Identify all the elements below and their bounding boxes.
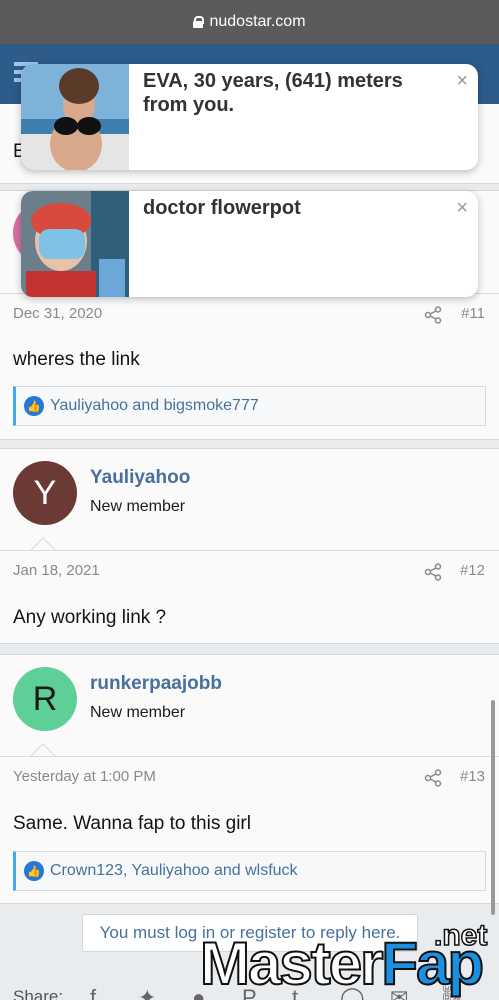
- notification-photo: [21, 64, 129, 170]
- post-body: Any working link ?: [13, 607, 167, 628]
- reaction-bar[interactable]: 👍 Yauliyahoo and bigsmoke777: [13, 386, 486, 426]
- user-title: New member: [90, 704, 186, 721]
- like-icon: 👍: [24, 861, 44, 881]
- url-text: nudostar.com: [209, 13, 306, 30]
- post-body: wheres the link: [13, 349, 140, 370]
- post-meta: Dec 31, 2020 #11: [0, 293, 499, 333]
- close-icon[interactable]: ×: [456, 70, 468, 93]
- post-number[interactable]: #12: [460, 562, 485, 579]
- post-number[interactable]: #11: [461, 305, 485, 322]
- avatar[interactable]: R: [13, 667, 77, 731]
- post-meta: Yesterday at 1:00 PM #13: [0, 756, 499, 796]
- share-icon[interactable]: [424, 306, 442, 324]
- user-title: New member: [90, 498, 186, 515]
- scrollbar[interactable]: [491, 700, 495, 915]
- username[interactable]: runkerpaajobb: [90, 673, 222, 695]
- reaction-users[interactable]: Yauliyahoo and bigsmoke777: [50, 397, 259, 415]
- twitter-icon[interactable]: ✦: [138, 985, 156, 1000]
- notification-card[interactable]: EVA, 30 years, (641) meters from you. ×: [21, 64, 478, 170]
- avatar[interactable]: Y: [13, 461, 77, 525]
- reaction-bar[interactable]: 👍 Crown123, Yauliyahoo and wlsfuck: [13, 851, 486, 891]
- share-icon[interactable]: [424, 769, 442, 787]
- notification-title: doctor flowerpot: [143, 197, 301, 219]
- post-12: Y Yauliyahoo New member Jan 18, 2021 #12…: [0, 448, 499, 644]
- reaction-users[interactable]: Crown123, Yauliyahoo and wlsfuck: [50, 862, 298, 880]
- lock-icon: [193, 16, 205, 28]
- notification-title: EVA, 30 years, (641) meters from you.: [143, 70, 403, 116]
- post-body: Same. Wanna fap to this girl: [13, 813, 251, 834]
- facebook-icon[interactable]: f: [90, 985, 96, 1000]
- post-meta: Jan 18, 2021 #12: [0, 550, 499, 590]
- post-13: R runkerpaajobb New member Yesterday at …: [0, 654, 499, 904]
- notification-card[interactable]: doctor flowerpot ×: [21, 191, 478, 297]
- post-date[interactable]: Dec 31, 2020: [13, 305, 102, 322]
- post-date[interactable]: Jan 18, 2021: [13, 562, 100, 579]
- watermark-logo: MasterFap .net: [199, 918, 499, 1000]
- close-icon[interactable]: ×: [456, 197, 468, 220]
- watermark-suffix: .net: [433, 918, 488, 953]
- notification-photo: [21, 191, 129, 297]
- post-number[interactable]: #13: [460, 768, 485, 785]
- like-icon: 👍: [24, 396, 44, 416]
- browser-url-bar[interactable]: nudostar.com: [0, 0, 499, 44]
- share-label: Share:: [13, 987, 64, 1000]
- share-icon[interactable]: [424, 563, 442, 581]
- username[interactable]: Yauliyahoo: [90, 467, 190, 489]
- post-date[interactable]: Yesterday at 1:00 PM: [13, 768, 156, 785]
